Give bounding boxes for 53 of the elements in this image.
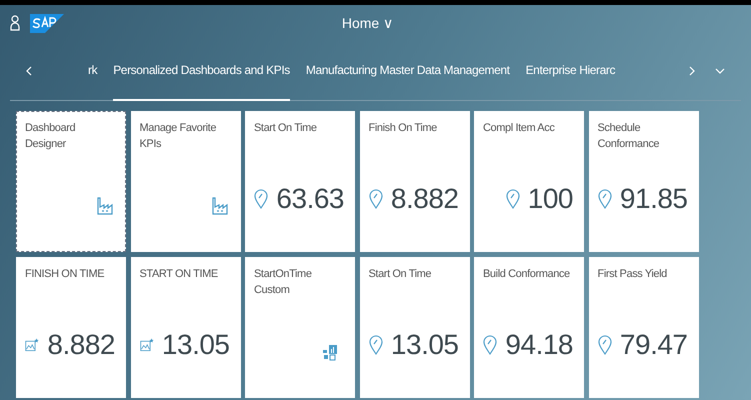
tile[interactable]: FINISH ON TIME 8.882 [16, 256, 126, 398]
tile-title: Manage Favorite KPIs [140, 121, 218, 152]
factory-icon [97, 197, 113, 215]
tile[interactable]: First Pass Yield 79.47 [588, 256, 698, 398]
gauge-pin-icon [598, 334, 612, 354]
tile-title: FINISH ON TIME [25, 266, 106, 282]
tile-title: Finish On Time [368, 121, 438, 136]
chevron-right-icon[interactable] [689, 66, 695, 76]
kpi-value: 13.05 [162, 328, 230, 360]
tab[interactable]: Personalized Dashboards and KPIs [113, 40, 290, 100]
kpi-value: 63.63 [276, 183, 344, 215]
tab[interactable]: rk [88, 40, 98, 100]
kpi-value: 91.85 [620, 183, 688, 215]
tile-title: Schedule Conformance [598, 121, 660, 152]
tile-title: Compl Item Acc [483, 121, 556, 136]
tile[interactable]: Build Conformance 94.18 [474, 256, 584, 398]
gauge-pin-icon [368, 334, 383, 354]
tile[interactable]: Manage Favorite KPIs [130, 111, 240, 252]
tile[interactable]: START ON TIME 13.05 [130, 256, 240, 398]
tile-title: Dashboard Designer [25, 121, 76, 152]
kpi-value: 13.05 [390, 328, 458, 360]
kpi-value: 94.18 [505, 328, 573, 360]
gauge-pin-icon [254, 189, 268, 209]
tab[interactable]: Enterprise Hierarc [526, 40, 616, 100]
tile[interactable]: Compl Item Acc 100 [474, 111, 584, 252]
gauge-pin-icon [506, 189, 520, 209]
tile[interactable]: Schedule Conformance 91.85 [588, 111, 698, 252]
gauge-pin-icon [483, 334, 498, 354]
chevron-down-icon[interactable] [715, 68, 725, 74]
tile-title: START ON TIME [140, 266, 219, 282]
tile[interactable]: Finish On Time 8.882 [360, 111, 470, 252]
tile-title: First Pass Yield [598, 266, 668, 282]
tab[interactable]: Manufacturing Master Data Management [306, 40, 510, 100]
tile[interactable]: StartOnTime Custom [245, 256, 355, 398]
user-icon[interactable] [10, 15, 20, 31]
logo[interactable] [30, 14, 64, 32]
chart-blocks-icon [322, 344, 338, 360]
tile-title: Start On Time [254, 121, 318, 136]
header-title[interactable]: Home ∨ [342, 12, 394, 34]
tile[interactable]: Start On Time 63.63 [245, 111, 355, 252]
kpi-value: 8.882 [47, 328, 115, 360]
tile[interactable]: Dashboard Designer [16, 111, 126, 252]
gauge-pin-icon [598, 189, 612, 209]
gauge-pin-icon [368, 189, 383, 209]
kpi-value: 100 [528, 183, 573, 215]
chevron-left-icon[interactable] [26, 66, 32, 76]
tile-title: StartOnTime Custom [254, 266, 313, 298]
factory-icon [212, 197, 228, 215]
tile[interactable]: Start On Time 13.05 [360, 256, 470, 398]
kpi-value: 8.882 [390, 183, 458, 215]
tile-title: Build Conformance [483, 266, 571, 282]
tile-title: Start On Time [368, 266, 432, 282]
kpi-value: 79.47 [620, 328, 688, 360]
